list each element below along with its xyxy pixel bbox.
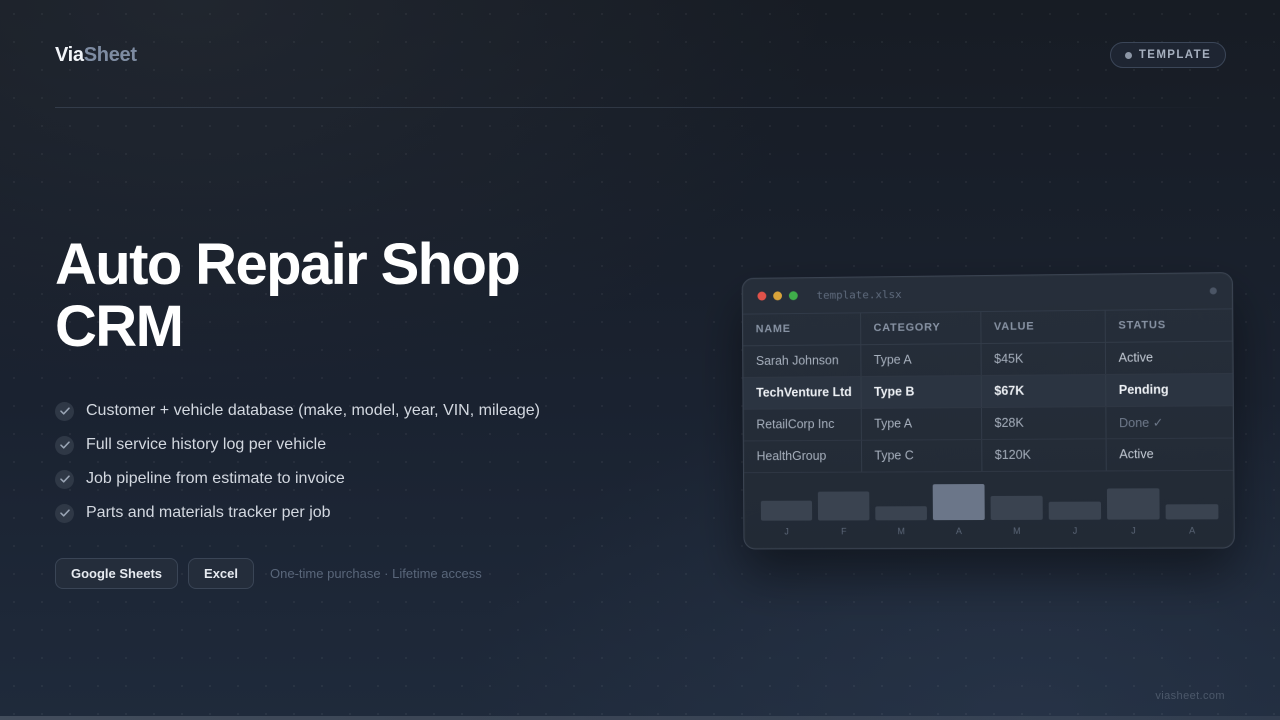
window-status-dot-icon [1209,287,1217,295]
status-cell: Active [1105,437,1234,471]
column-header: NAME [742,313,861,346]
table-cell: Type C [860,439,982,472]
chart-bar [817,490,870,521]
table-cell: Sarah Johnson [743,344,861,378]
chart-bar [875,505,927,520]
table-cell: HealthGroup [743,439,862,473]
header-divider [55,107,1225,108]
table-cell: Type B [860,375,981,408]
bar-chart-svg: JFMAMJJA [760,483,1219,536]
feature-item: Job pipeline from estimate to invoice [55,462,540,496]
google-sheets-button[interactable]: Google Sheets [55,558,179,589]
table-row: Sarah Johnson Type A $45K Active [743,340,1233,378]
chart-bar [932,483,985,520]
feature-item: Full service history log per vehicle [55,428,540,462]
excel-button[interactable]: Excel [188,558,255,589]
footer-site-link[interactable]: viasheet.com [1155,690,1225,702]
chart-tick-label: F [841,526,847,536]
chart-bar [1048,501,1102,520]
feature-text: Customer + vehicle database (make, model… [86,402,540,419]
status-cell: Active [1104,340,1233,375]
table-row: RetailCorp Inc Type A $28K Done ✓ [743,405,1234,441]
window-titlebar: template.xlsx [742,273,1233,315]
close-dot-icon [757,291,767,301]
window-filename: template.xlsx [816,287,902,302]
spreadsheet-preview-window: template.xlsx NAME CATEGORY VALUE STATUS… [741,272,1235,550]
status-cell: Done ✓ [1105,405,1234,439]
table-cell: $28K [980,406,1106,440]
feature-list: Customer + vehicle database (make, model… [55,394,540,530]
table-cell: Type A [860,407,982,440]
brand-logo-part2: Sheet [83,44,137,66]
chart-tick-label: J [1073,525,1078,535]
check-icon [55,435,74,455]
table-row: HealthGroup Type C $120K Active [743,437,1234,473]
chart-tick-label: A [1189,525,1195,535]
chart-tick-label: M [1013,525,1021,535]
brand-logo-part1: Via [55,44,84,66]
column-header: CATEGORY [860,312,981,345]
table-cell: $45K [980,341,1106,376]
check-icon [55,469,74,489]
purchase-note: One-time purchase · Lifetime access [270,566,482,581]
check-icon [55,401,74,421]
preview-table: NAME CATEGORY VALUE STATUS Sarah Johnson… [742,309,1234,473]
table-cell: $120K [981,438,1106,472]
chart-tick-label: J [784,526,788,536]
table-row-highlighted: TechVenture Ltd Type B $67K Pending [743,372,1233,409]
feature-text: Parts and materials tracker per job [86,504,331,521]
chart-tick-label: A [956,526,962,536]
brand-logo[interactable]: ViaSheet [55,44,137,67]
chart-bar [990,495,1043,520]
maximize-dot-icon [788,291,798,301]
table-header-row: NAME CATEGORY VALUE STATUS [742,309,1233,346]
table-cell: TechVenture Ltd [743,376,861,409]
chart-bar [1165,503,1219,519]
column-header: VALUE [980,310,1105,344]
feature-item: Parts and materials tracker per job [55,496,540,530]
feature-text: Full service history log per vehicle [86,436,327,453]
feature-item: Customer + vehicle database (make, model… [55,394,540,428]
page-title: Auto Repair Shop CRM [55,232,521,359]
chart-bar [760,500,813,521]
status-cell: Pending [1105,372,1233,407]
chart-tick-label: M [897,526,905,536]
table-cell: Type A [860,343,981,377]
minimize-dot-icon [773,291,783,301]
column-header: STATUS [1104,309,1233,342]
chart-bar [1106,487,1160,520]
template-badge: TEMPLATE [1110,42,1226,68]
table-cell: $67K [980,374,1106,408]
table-cell: RetailCorp Inc [743,407,861,441]
bottom-accent-bar [0,716,1280,720]
check-icon [55,503,74,523]
badge-dot-icon [1124,51,1132,59]
mini-bar-chart: JFMAMJJA [744,470,1234,549]
feature-text: Job pipeline from estimate to invoice [86,470,345,487]
chart-tick-label: J [1131,525,1136,535]
format-buttons: Google Sheets Excel One-time purchase · … [55,558,482,589]
badge-label: TEMPLATE [1138,49,1212,61]
